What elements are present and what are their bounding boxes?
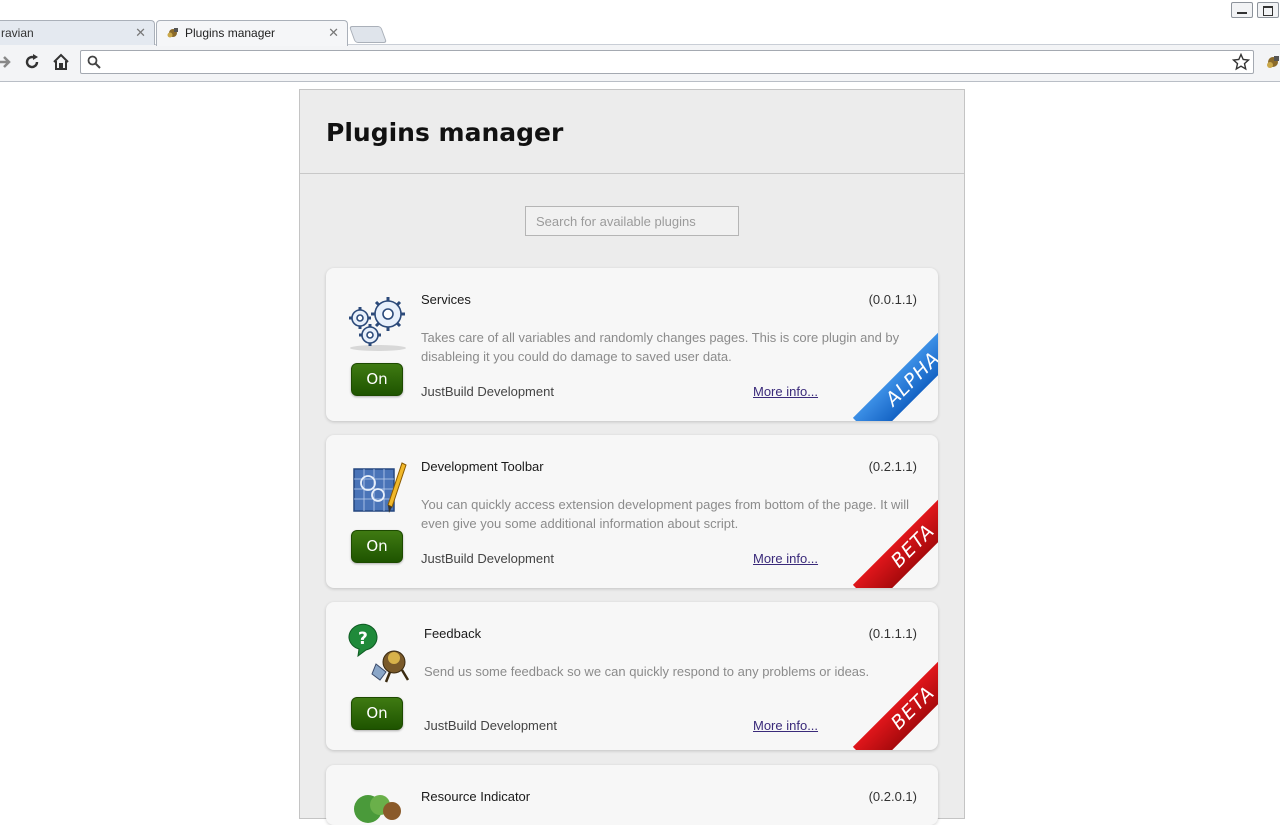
plugin-toggle-button[interactable]: On <box>351 530 403 563</box>
plugin-version: (0.1.1.1) <box>868 626 917 641</box>
plugin-card: Resource Indicator (0.2.0.1) <box>326 765 938 825</box>
minimize-button[interactable] <box>1231 2 1253 18</box>
svg-text:?: ? <box>358 629 368 649</box>
plugin-description: Send us some feedback so we can quickly … <box>424 664 870 679</box>
alpha-ribbon: ALPHA <box>848 331 938 421</box>
new-tab-button[interactable] <box>348 26 388 43</box>
beta-ribbon: BETA <box>848 498 938 588</box>
plugin-author: JustBuild Development <box>421 551 554 566</box>
home-icon[interactable] <box>51 52 71 72</box>
more-info-link[interactable]: More info... <box>753 384 818 399</box>
plugin-favicon-icon <box>167 28 178 38</box>
browser-tab-strip: ravian ✕ Plugins manager ✕ <box>0 0 1280 46</box>
blueprint-pencil-icon <box>353 462 407 513</box>
tab-title: ravian <box>1 26 34 40</box>
extension-icon[interactable] <box>1263 52 1280 72</box>
plugin-version: (0.0.1.1) <box>868 292 917 307</box>
star-icon[interactable] <box>1232 53 1250 71</box>
plugin-toggle-button[interactable]: On <box>351 697 403 730</box>
ribbon-label: BETA <box>852 660 938 750</box>
beta-ribbon: BETA <box>848 660 938 750</box>
close-icon[interactable]: ✕ <box>135 21 146 45</box>
page-title: Plugins manager <box>326 118 564 147</box>
browser-toolbar <box>0 45 1280 82</box>
search-input[interactable] <box>525 206 739 236</box>
search-icon <box>87 55 101 69</box>
plugin-description: Takes care of all variables and randomly… <box>421 330 900 364</box>
forward-icon[interactable] <box>0 52 14 72</box>
panel-header: Plugins manager <box>300 90 964 174</box>
plugin-version: (0.2.1.1) <box>868 459 917 474</box>
plugin-card: ? Feedback (0.1.1.1) Send us some feedba… <box>326 602 938 750</box>
resource-icon <box>354 795 401 823</box>
ribbon-label: ALPHA <box>852 331 938 421</box>
omnibox-input[interactable] <box>105 53 1229 73</box>
maximize-button[interactable] <box>1257 2 1279 18</box>
browser-tab-active[interactable]: Plugins manager ✕ <box>156 20 348 46</box>
plugin-version: (0.2.0.1) <box>868 789 917 804</box>
tab-title: Plugins manager <box>185 26 276 40</box>
plugin-author: JustBuild Development <box>424 718 557 733</box>
more-info-link[interactable]: More info... <box>753 551 818 566</box>
plugin-card: Development Toolbar (0.2.1.1) You can qu… <box>326 435 938 588</box>
plugin-name: Services <box>421 292 471 307</box>
reload-icon[interactable] <box>22 52 42 72</box>
more-info-link[interactable]: More info... <box>753 718 818 733</box>
gears-icon <box>349 297 406 351</box>
plugin-name: Development Toolbar <box>421 459 544 474</box>
question-bubble-icon: ? <box>348 623 410 683</box>
omnibox[interactable] <box>80 50 1254 74</box>
browser-tab[interactable]: ravian ✕ <box>0 20 155 45</box>
plugin-author: JustBuild Development <box>421 384 554 399</box>
plugin-toggle-button[interactable]: On <box>351 363 403 396</box>
plugin-description: You can quickly access extension develop… <box>421 497 910 531</box>
plugin-name: Resource Indicator <box>421 789 531 804</box>
ribbon-label: BETA <box>852 498 938 588</box>
close-icon[interactable]: ✕ <box>328 21 339 45</box>
plugin-name: Feedback <box>424 626 482 641</box>
plugins-panel: Plugins manager Services (0.0.1.1) Takes… <box>299 89 965 825</box>
plugin-card: Services (0.0.1.1) Takes care of all var… <box>326 268 938 421</box>
